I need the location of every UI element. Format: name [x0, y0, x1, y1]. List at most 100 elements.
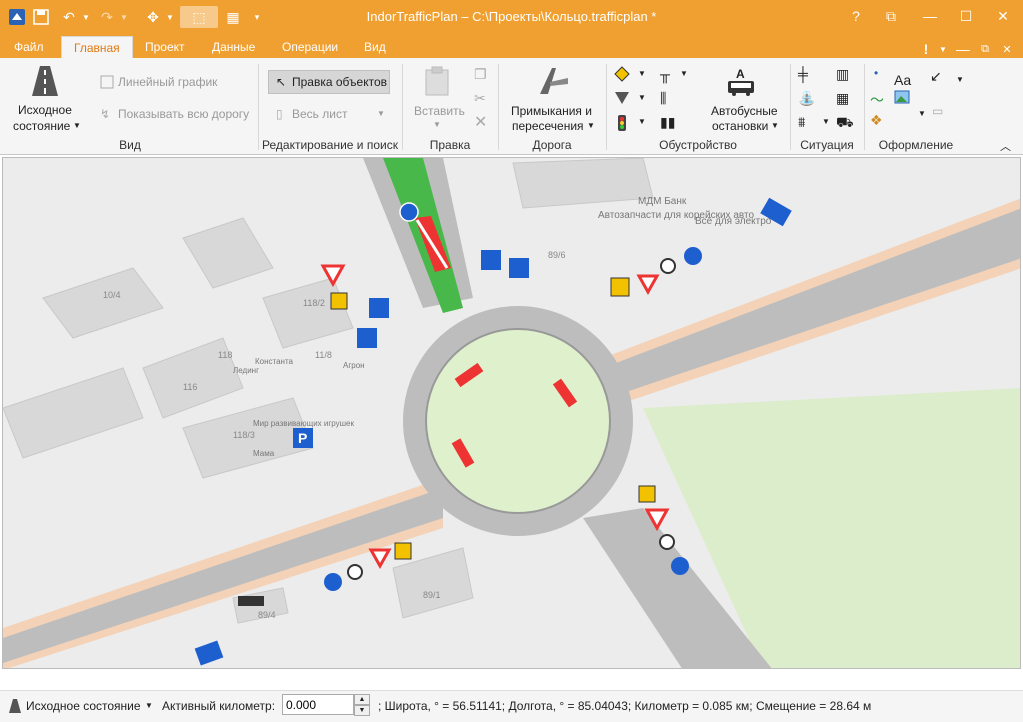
grid-icon[interactable]: ▦	[836, 90, 849, 107]
collapse-ribbon-icon[interactable]: ︿	[1000, 138, 1011, 154]
group-label-situation: Ситуация	[800, 138, 854, 152]
bus-stops-dropdown-icon[interactable]: ▼	[771, 121, 779, 130]
poi-label: Мир развивающих игрушек	[253, 419, 354, 428]
cut-icon[interactable]: ✂	[474, 90, 486, 107]
mdi-minimize-icon[interactable]: —	[955, 38, 971, 60]
active-km-input[interactable]	[282, 694, 354, 715]
help-button[interactable]: ?	[843, 5, 869, 27]
junction-icon[interactable]	[536, 64, 570, 101]
options-dropdown-icon[interactable]: ▼	[938, 38, 948, 60]
group-label-equipment: Обустройство	[659, 138, 737, 152]
railway-icon[interactable]: ╪	[798, 66, 808, 82]
tab-data[interactable]: Данные	[200, 36, 267, 58]
building-label: 116	[183, 382, 197, 392]
show-road-icon[interactable]: ↯	[100, 107, 110, 121]
bridge-dropdown-icon[interactable]: ▼	[822, 117, 830, 126]
sheet-icon[interactable]: ▯	[276, 107, 283, 121]
initial-state-button-line1[interactable]: Исходное	[18, 103, 72, 117]
map-drawing[interactable]: 10/4 118/2 118 116 11/8 118/3 89/1 89/4 …	[3, 158, 1021, 669]
mdi-restore-icon[interactable]: ⧉	[977, 38, 993, 60]
whole-sheet-button[interactable]: Весь лист	[292, 107, 347, 121]
image-dropdown-icon[interactable]: ▼	[918, 109, 926, 118]
traffic-light-dropdown-icon[interactable]: ▼	[638, 117, 646, 126]
separator	[498, 64, 499, 150]
minimize-button[interactable]: —	[917, 5, 943, 27]
whole-sheet-dropdown-icon[interactable]: ▼	[377, 109, 385, 118]
road-icon[interactable]	[30, 65, 60, 100]
active-km-label: Активный километр:	[162, 699, 276, 713]
bus-stops-button-line2[interactable]: остановки	[712, 119, 768, 133]
ribbon: Исходное состояние ▼ Линейный график ↯ П…	[0, 58, 1023, 155]
line-style-icon[interactable]: ▭	[932, 104, 943, 118]
train-icon[interactable]: ⛟	[836, 114, 854, 133]
map-canvas[interactable]: 10/4 118/2 118 116 11/8 118/3 89/1 89/4 …	[2, 157, 1021, 669]
restore-ribbon-button[interactable]: ⧉	[878, 5, 904, 27]
group-label-road: Дорога	[532, 138, 572, 152]
priority-sign-icon[interactable]	[614, 66, 630, 85]
fill-icon[interactable]: ❖	[870, 112, 883, 129]
tab-file[interactable]: Файл	[2, 36, 56, 58]
show-whole-road-button[interactable]: Показывать всю дорогу	[118, 107, 249, 121]
building-label: 10/4	[103, 290, 121, 300]
building-label: 89/6	[548, 250, 566, 260]
junctions-button-line1[interactable]: Примыкания и	[511, 104, 592, 118]
km-down-icon[interactable]: ▼	[354, 705, 370, 716]
svg-text:P: P	[298, 430, 307, 446]
traffic-light-icon[interactable]	[614, 114, 630, 135]
mdi-close-icon[interactable]: ✕	[999, 38, 1015, 60]
poi-label: Мама	[253, 449, 275, 458]
barrier-dropdown-icon[interactable]: ▼	[680, 69, 688, 78]
km-up-icon[interactable]: ▲	[354, 694, 370, 705]
maximize-button[interactable]: ☐	[953, 5, 979, 27]
arrow-icon[interactable]: ↙	[930, 68, 942, 85]
building-icon[interactable]: ▥	[836, 66, 849, 83]
separator	[258, 64, 259, 150]
building-label: 89/1	[423, 590, 441, 600]
linear-graph-icon[interactable]	[100, 75, 114, 92]
group-label-clipboard: Правка	[429, 138, 471, 152]
tab-project[interactable]: Проект	[133, 36, 197, 58]
junctions-dropdown-icon[interactable]: ▼	[587, 121, 595, 130]
polyline-icon[interactable]: 〜	[870, 90, 884, 110]
tab-home[interactable]: Главная	[61, 36, 133, 58]
hydrant-icon[interactable]: ⛲	[798, 90, 815, 107]
state-dropdown-icon[interactable]: ▼	[145, 701, 153, 710]
markings-dropdown-icon[interactable]: ▼	[638, 93, 646, 102]
separator	[790, 64, 791, 150]
building-label: 118	[218, 350, 232, 360]
ribbon-tabs: Файл Главная Проект Данные Операции Вид …	[0, 34, 1023, 58]
roundabout-island	[425, 328, 611, 514]
barrier-icon[interactable]: ╥	[660, 66, 670, 82]
close-button[interactable]: ✕	[990, 5, 1016, 27]
signs-dropdown-icon[interactable]: ▼	[638, 69, 646, 78]
fence-icon[interactable]: ⫼	[660, 90, 666, 107]
initial-state-dropdown-icon[interactable]: ▼	[73, 121, 81, 130]
image-icon[interactable]	[894, 90, 910, 107]
bridge-icon[interactable]: ⩩	[798, 114, 805, 131]
building-label: 118/2	[303, 298, 325, 308]
paste-icon[interactable]	[424, 66, 450, 99]
pedestrian-barrier-icon[interactable]: ▮▮	[660, 114, 675, 131]
tab-view[interactable]: Вид	[352, 36, 398, 58]
text-icon[interactable]: Aa	[894, 72, 911, 88]
copy-icon[interactable]: ❐	[474, 66, 487, 83]
arrow-dropdown-icon[interactable]: ▼	[956, 75, 964, 84]
markings-icon[interactable]	[614, 90, 630, 109]
tab-operations[interactable]: Операции	[270, 36, 350, 58]
linear-graph-button[interactable]: Линейный график	[118, 75, 217, 89]
cursor-icon: ↖	[276, 75, 287, 89]
paste-button[interactable]: Вставить	[414, 104, 465, 118]
paste-dropdown-icon[interactable]: ▼	[433, 120, 441, 129]
poi-label: Лединг	[233, 366, 259, 375]
bus-stops-button-line1[interactable]: Автобусные	[711, 104, 778, 118]
bus-icon[interactable]: A	[726, 66, 756, 101]
poi-label: Константа	[255, 357, 294, 366]
building-label: 118/3	[233, 430, 255, 440]
delete-icon[interactable]: ✕	[474, 112, 487, 132]
state-selector[interactable]: Исходное состояние	[26, 699, 141, 713]
initial-state-button-line2[interactable]: состояние	[13, 119, 70, 133]
warning-icon[interactable]: !	[918, 38, 934, 60]
junctions-button-line2[interactable]: пересечения	[512, 119, 584, 133]
poi-label: МДМ Банк	[638, 196, 687, 207]
point-icon[interactable]: •	[874, 66, 878, 80]
